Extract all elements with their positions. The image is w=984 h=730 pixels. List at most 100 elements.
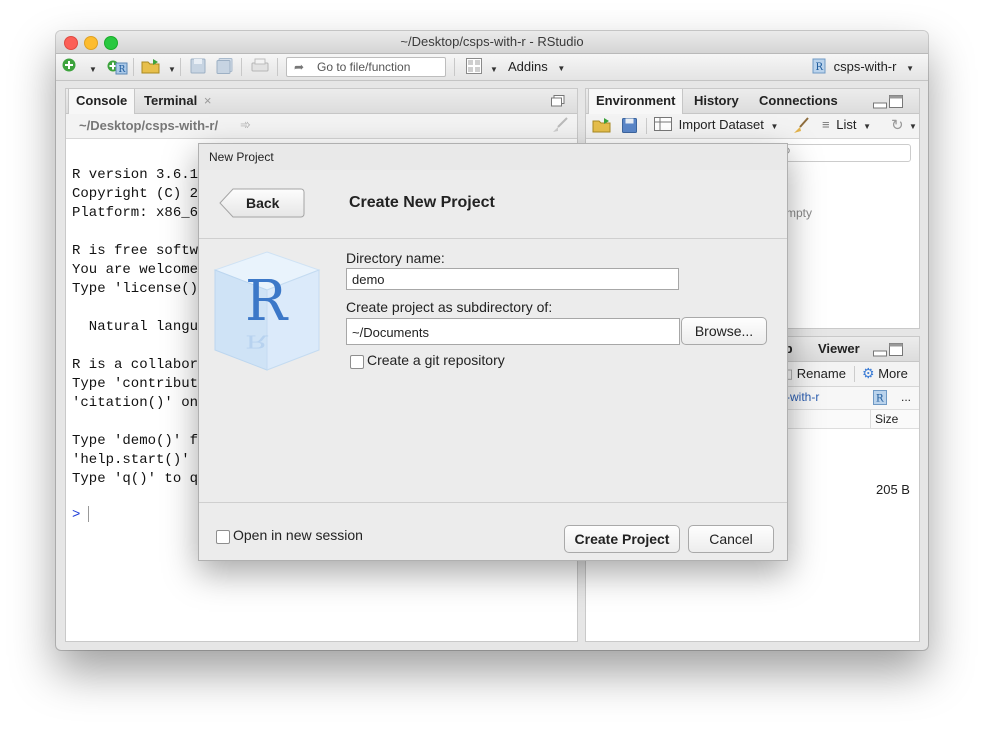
tab-environment[interactable]: Environment <box>588 89 684 114</box>
clear-objects-button[interactable] <box>792 117 810 138</box>
toolbar-separator <box>646 118 647 134</box>
dialog-title: New Project <box>209 150 274 164</box>
save-workspace-button[interactable] <box>622 118 637 136</box>
dialog-heading: Create New Project <box>349 194 495 211</box>
save-all-icon <box>216 58 233 74</box>
subdirectory-input[interactable]: ~/Documents <box>346 318 680 345</box>
toolbar-separator <box>854 366 855 382</box>
go-to-arrow-icon: ➦ <box>294 60 305 74</box>
print-icon <box>251 58 269 72</box>
files-ellipsis-button[interactable]: ... <box>901 390 911 404</box>
environment-empty-text: mpty <box>786 206 813 220</box>
open-file-button[interactable] <box>141 58 163 76</box>
open-new-session-checkbox[interactable] <box>216 530 230 544</box>
text-cursor <box>88 506 89 522</box>
toolbar-separator <box>454 58 455 76</box>
pane-layout-caret-icon[interactable]: ▼ <box>490 61 498 79</box>
addins-caret-icon: ▼ <box>557 64 566 73</box>
console-line: Type 'contributo <box>72 376 207 392</box>
new-file-button[interactable] <box>62 58 76 76</box>
load-workspace-button[interactable] <box>592 117 614 136</box>
new-project-icon: R <box>107 60 128 75</box>
new-file-icon <box>62 58 76 72</box>
broom-icon <box>794 117 809 133</box>
minimize-maximize-icon <box>873 343 903 357</box>
title-bar: ~/Desktop/csps-with-r - RStudio <box>56 31 928 54</box>
open-file-caret-icon[interactable]: ▼ <box>168 61 176 79</box>
project-menu[interactable]: R csps-with-r ▼ <box>812 58 914 76</box>
console-line: Type 'demo()' fo <box>72 433 207 449</box>
save-button[interactable] <box>190 58 206 76</box>
list-view-menu[interactable]: ≡ List ▼ <box>822 117 871 132</box>
console-prompt-line[interactable]: > <box>72 504 89 525</box>
minimize-pane-button[interactable] <box>873 343 903 360</box>
svg-text:R: R <box>816 62 824 73</box>
addins-menu[interactable]: Addins ▼ <box>508 58 565 76</box>
dialog-footer-divider <box>199 502 787 503</box>
open-folder-icon <box>141 59 160 74</box>
console-line: You are welcome <box>72 262 199 278</box>
cancel-button[interactable]: Cancel <box>688 525 774 553</box>
close-terminal-icon[interactable]: × <box>204 93 212 108</box>
create-project-button[interactable]: Create Project <box>564 525 680 553</box>
project-cube-icon: R <box>812 58 826 74</box>
file-size-value: 205 B <box>876 482 910 497</box>
minimize-maximize-icon <box>873 95 903 109</box>
console-line: R is a collabora <box>72 357 207 373</box>
new-project-dialog: New Project Back Create New Project R R … <box>198 143 788 561</box>
tab-terminal[interactable]: Terminal × <box>137 89 218 113</box>
environment-search-input[interactable]: ⚲ <box>776 144 911 162</box>
back-button[interactable]: Back <box>219 188 305 221</box>
project-cube-icon[interactable]: R <box>873 390 887 408</box>
refresh-icon[interactable]: ↻ <box>891 116 904 134</box>
pane-layout-button[interactable] <box>466 58 482 76</box>
new-project-button[interactable]: R <box>107 58 129 76</box>
files-path-link[interactable]: -with-r <box>786 390 819 404</box>
r-project-logo-icon: R R <box>211 248 323 379</box>
save-icon <box>190 58 206 74</box>
toolbar-separator <box>241 58 242 76</box>
dialog-divider <box>199 238 787 239</box>
print-button[interactable] <box>251 58 269 76</box>
tab-connections[interactable]: Connections <box>752 89 845 113</box>
go-to-file-input[interactable]: ➦ Go to file/function <box>286 57 446 77</box>
git-repository-label: Create a git repository <box>367 352 505 368</box>
new-file-caret-icon[interactable]: ▼ <box>89 61 97 79</box>
tab-viewer[interactable]: Viewer <box>811 337 867 361</box>
console-line: 'citation()' on <box>72 395 199 411</box>
import-dataset-menu[interactable]: Import Dataset ▼ <box>654 117 778 132</box>
window-title: ~/Desktop/csps-with-r - RStudio <box>400 34 584 49</box>
console-line: Copyright (C) 20 <box>72 186 207 202</box>
svg-text:R: R <box>119 65 126 75</box>
rename-button[interactable]: ▯ Rename <box>786 366 846 382</box>
console-tab-bar: Console Terminal × <box>66 89 577 114</box>
svg-text:R: R <box>876 394 884 405</box>
refresh-caret-icon[interactable]: ▼ <box>909 122 917 131</box>
git-repository-checkbox[interactable] <box>350 355 364 369</box>
console-path: ~/Desktop/csps-with-r/ <box>79 118 219 133</box>
console-line: Natural langua <box>72 319 207 335</box>
maximize-pane-button[interactable] <box>551 95 565 110</box>
maximize-icon <box>551 95 565 107</box>
console-line: Type 'license()' <box>72 281 207 297</box>
directory-name-input[interactable]: demo <box>346 268 679 290</box>
dialog-title-bar: New Project <box>199 144 787 170</box>
size-column-header[interactable]: Size <box>875 412 898 426</box>
clear-console-button[interactable] <box>551 116 569 137</box>
main-toolbar: ▼ R ▼ ➦ Go to file/function ▼ Addins ▼ R… <box>56 54 928 81</box>
table-import-icon <box>654 117 672 131</box>
tab-history[interactable]: History <box>687 89 746 113</box>
subdirectory-label: Create project as subdirectory of: <box>346 299 553 315</box>
minimize-pane-button[interactable] <box>873 95 903 112</box>
go-to-directory-icon[interactable]: ➾ <box>240 117 251 133</box>
toolbar-separator <box>277 58 278 76</box>
save-all-button[interactable] <box>216 58 234 76</box>
browse-button[interactable]: Browse... <box>681 317 767 345</box>
back-label: Back <box>246 195 280 211</box>
project-caret-icon: ▼ <box>906 64 915 73</box>
tab-console[interactable]: Console <box>68 89 136 114</box>
